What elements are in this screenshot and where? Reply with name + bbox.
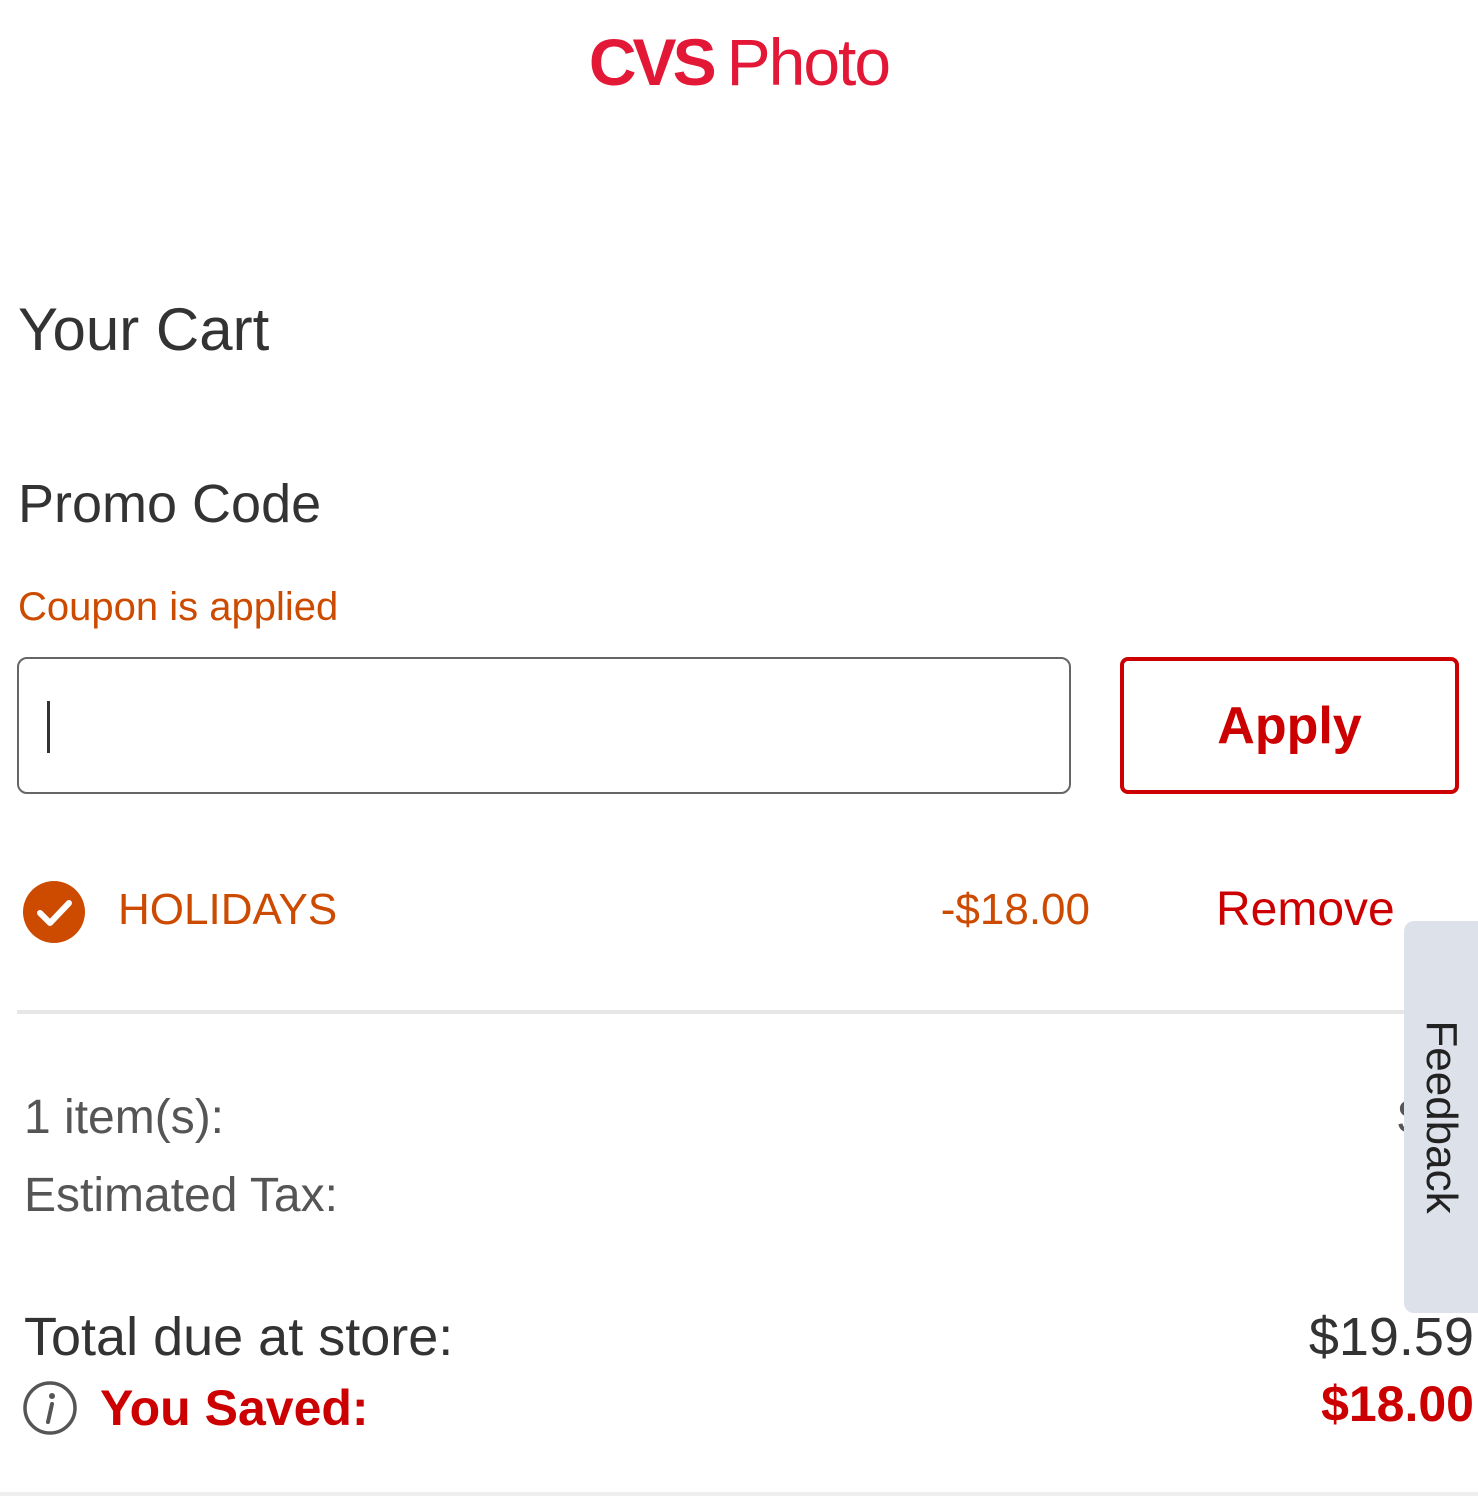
- bottom-divider: [0, 1492, 1478, 1496]
- cart-page: CVS Photo Your Cart Promo Code Coupon is …: [0, 0, 1478, 1500]
- check-circle-icon: [23, 881, 85, 943]
- coupon-status-message: Coupon is applied: [18, 585, 339, 629]
- text-caret: [47, 701, 50, 753]
- total-due-label: Total due at store:: [24, 1307, 454, 1367]
- coupon-discount-amount: -$18.00: [940, 885, 1090, 934]
- divider: [17, 1010, 1478, 1014]
- feedback-tab[interactable]: Feedback: [1404, 921, 1478, 1313]
- logo-brand: CVS: [588, 25, 717, 99]
- you-saved-value: $18.00: [1321, 1376, 1474, 1432]
- estimated-tax-label: Estimated Tax:: [24, 1169, 338, 1222]
- items-count-label: 1 item(s):: [24, 1091, 225, 1144]
- info-icon[interactable]: [22, 1380, 78, 1436]
- page-title: Your Cart: [18, 296, 270, 363]
- logo-sub: Photo: [726, 25, 891, 99]
- promo-code-heading: Promo Code: [18, 474, 322, 534]
- applied-coupon-row: HOLIDAYS -$18.00 Remove: [0, 878, 1478, 944]
- promo-code-field[interactable]: [17, 657, 1071, 794]
- you-saved-label: You Saved:: [100, 1380, 369, 1436]
- feedback-label: Feedback: [1417, 1020, 1466, 1214]
- promo-code-input[interactable]: [19, 659, 1069, 792]
- apply-button[interactable]: Apply: [1120, 657, 1459, 794]
- total-due-value: $19.59: [1308, 1307, 1474, 1367]
- cvs-photo-logo[interactable]: CVS Photo: [0, 20, 1478, 104]
- coupon-code: HOLIDAYS: [118, 885, 338, 934]
- remove-coupon-link[interactable]: Remove: [1216, 880, 1395, 940]
